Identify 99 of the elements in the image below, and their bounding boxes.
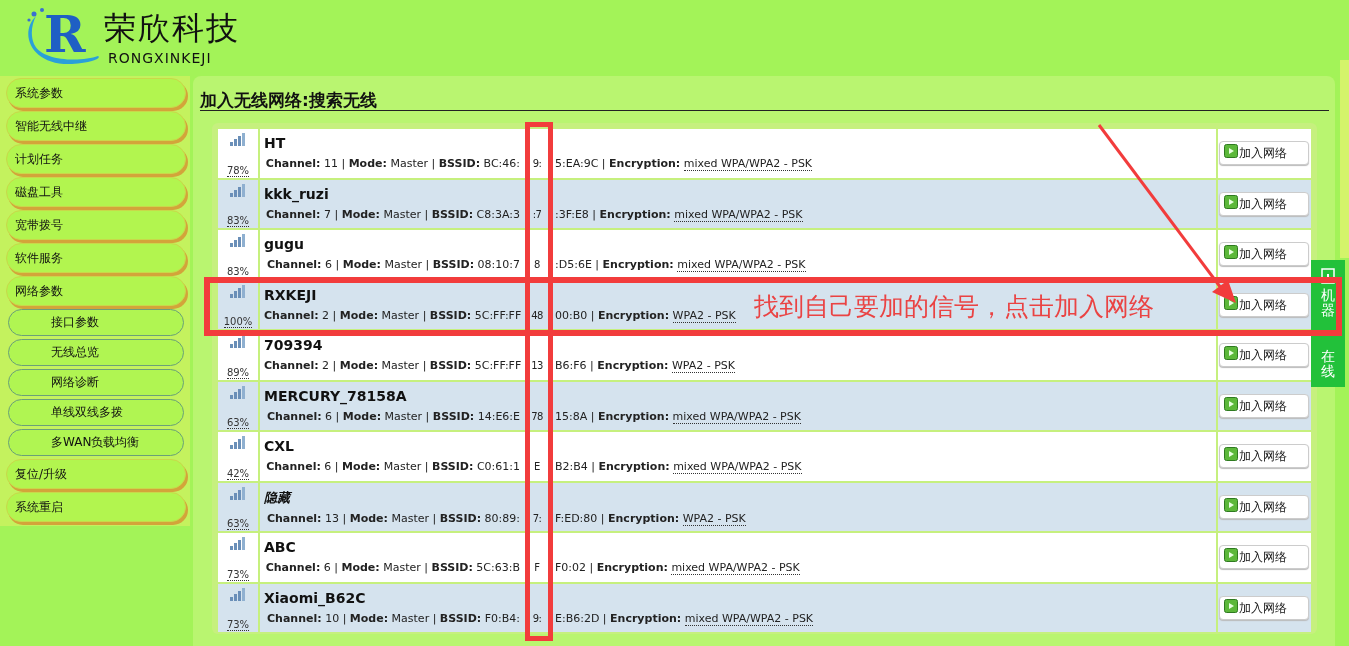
network-name: 隐藏 (264, 488, 290, 507)
signal-strength-icon (230, 536, 246, 550)
signal-strength-icon (230, 334, 246, 348)
scrollbar-thumb[interactable] (1340, 60, 1349, 258)
network-name: Xiaomi_B62C (264, 588, 366, 608)
network-details: :D5:6E | Encryption: mixed WPA/WPA2 - PSK (554, 257, 807, 273)
network-details: 9: (531, 611, 543, 626)
submenu-item[interactable]: 单线双线多拨 (8, 399, 184, 426)
robot-icon (1321, 268, 1335, 284)
submenu-item[interactable]: 网络诊断 (8, 369, 184, 396)
join-network-button[interactable]: 加入网络 (1218, 191, 1309, 216)
menu-item[interactable]: 计划任务 (6, 144, 186, 174)
play-icon (1223, 245, 1238, 260)
signal-strength-icon (230, 283, 246, 298)
network-name: gugu (264, 235, 304, 254)
page-title: 加入无线网络:搜索无线 (200, 88, 1329, 111)
signal-strength-icon (230, 586, 246, 601)
network-name: kkk_ruzi (264, 184, 329, 204)
signal-strength-icon (230, 384, 246, 399)
submenu-item[interactable]: 多WAN负载均衡 (8, 429, 184, 456)
menu-item[interactable]: 网络参数 (6, 276, 186, 306)
play-icon (1223, 194, 1238, 209)
network-details: 13 (530, 359, 544, 373)
signal-percent: 73% (226, 619, 250, 631)
network-name: MERCURY_78158A (264, 386, 407, 406)
network-details: Channel: 2 | Mode: Master | BSSID: 5C:FF:FF (264, 358, 523, 374)
annotation-text: 找到自己要加的信号，点击加入网络 (754, 291, 1154, 323)
network-details: Channel: 13 | Mode: Master | BSSID: 80:89: (265, 510, 521, 527)
brand-subtitle: RONGXINKEJI (108, 50, 213, 66)
network-details: B6:F6 | Encryption: WPA2 - PSK (554, 358, 737, 374)
network-details: 9: (531, 157, 543, 171)
network-details: F:ED:80 | Encryption: WPA2 - PSK (554, 510, 747, 527)
network-name: HT (264, 134, 286, 153)
menu-item[interactable]: 软件服务 (6, 243, 186, 273)
menu-item[interactable]: 复位/升级 (6, 459, 186, 489)
menu-item[interactable]: 系统参数 (6, 78, 186, 108)
signal-percent: 83% (226, 265, 250, 278)
signal-percent: 42% (226, 467, 250, 480)
signal-strength-icon (230, 485, 246, 500)
play-icon (1223, 548, 1238, 563)
signal-percent: 100% (223, 316, 253, 328)
signal-strength-icon (230, 435, 246, 449)
network-details: Channel: 7 | Mode: Master | BSSID: C8:3A:3 (264, 206, 521, 223)
signal-strength-icon (230, 233, 246, 247)
network-details: F0:02 | Encryption: mixed WPA/WPA2 - PSK (554, 560, 801, 576)
join-network-button[interactable]: 加入网络 (1218, 343, 1309, 368)
menu-item[interactable]: 磁盘工具 (6, 177, 186, 207)
play-icon (1223, 447, 1238, 462)
play-icon (1223, 497, 1238, 512)
network-details: Channel: 2 | Mode: Master | BSSID: 5C:FF:FF (264, 307, 523, 324)
network-details: 7: (531, 511, 543, 526)
network-details: 15:8A | Encryption: mixed WPA/WPA2 - PSK (554, 408, 802, 425)
join-network-button[interactable]: 加入网络 (1218, 242, 1309, 267)
join-network-button[interactable]: 加入网络 (1218, 595, 1309, 620)
submenu-item[interactable]: 无线总览 (8, 339, 184, 366)
play-icon (1223, 598, 1238, 613)
network-details: Channel: 6 | Mode: Master | BSSID: 5C:63:B (264, 560, 521, 576)
network-details: 48 (530, 308, 544, 323)
network-details: Channel: 6 | Mode: Master | BSSID: C0:61:1 (265, 459, 521, 475)
signal-strength-icon (230, 182, 246, 197)
join-network-button[interactable]: 加入网络 (1218, 444, 1309, 469)
network-details: :7 (531, 207, 543, 222)
signal-percent: 73% (226, 568, 250, 581)
network-details: Channel: 11 | Mode: Master | BSSID: BC:46: (264, 156, 521, 172)
signal-percent: 63% (226, 518, 250, 530)
network-details: E (533, 460, 541, 474)
play-icon (1223, 144, 1238, 159)
play-icon (1223, 346, 1238, 361)
network-details: Channel: 10 | Mode: Master | BSSID: F0:B4: (266, 610, 521, 627)
network-details: :3F:E8 | Encryption: mixed WPA/WPA2 - PSK (554, 206, 804, 223)
network-details: 5:EA:9C | Encryption: mixed WPA/WPA2 - PSK (554, 156, 814, 172)
network-details: 78 (530, 409, 544, 424)
join-network-button[interactable]: 加入网络 (1218, 292, 1309, 317)
signal-percent: 78% (226, 164, 250, 177)
network-details: 8 (533, 258, 541, 272)
menu-item[interactable]: 系统重启 (6, 492, 186, 522)
join-network-button[interactable]: 加入网络 (1218, 393, 1309, 418)
signal-strength-icon (230, 132, 246, 146)
menu-item[interactable]: 宽带拨号 (6, 210, 186, 240)
network-name: CXL (264, 437, 294, 456)
network-details: F (533, 561, 541, 575)
logo-letter: R (44, 10, 86, 60)
network-name: ABC (264, 538, 296, 557)
network-name: 709394 (264, 336, 323, 355)
network-name: RXKEJI (264, 285, 317, 305)
play-icon (1223, 396, 1238, 411)
network-details: E:B6:2D | Encryption: mixed WPA/WPA2 - PSK (554, 610, 815, 627)
network-details: Channel: 6 | Mode: Master | BSSID: 14:E6:E (266, 408, 521, 425)
join-network-button[interactable]: 加入网络 (1218, 545, 1309, 570)
signal-percent: 83% (226, 215, 250, 227)
signal-percent: 63% (226, 417, 250, 429)
network-details: B2:B4 | Encryption: mixed WPA/WPA2 - PSK (554, 459, 803, 475)
network-details: Channel: 6 | Mode: Master | BSSID: 08:10:7 (265, 257, 521, 273)
brand-name: 荣欣科技 (104, 8, 240, 49)
menu-item[interactable]: 智能无线中继 (6, 111, 186, 141)
signal-percent: 89% (226, 366, 250, 379)
submenu-item[interactable]: 接口参数 (8, 309, 184, 336)
join-network-button[interactable]: 加入网络 (1218, 141, 1309, 166)
join-network-button[interactable]: 加入网络 (1218, 494, 1309, 519)
